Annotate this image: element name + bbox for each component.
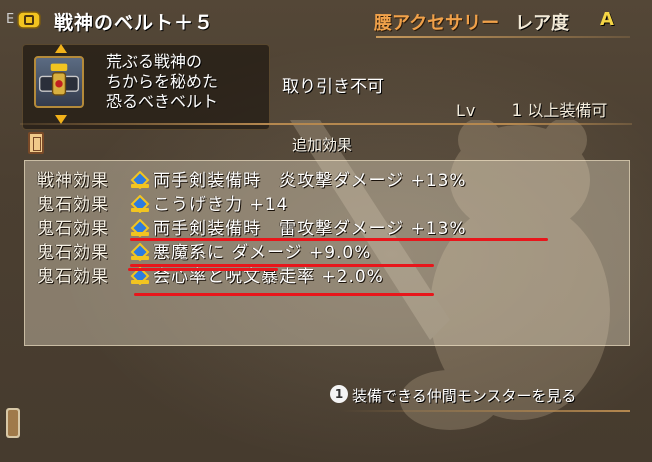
level-label: Lv — [456, 101, 477, 120]
section-divider — [20, 123, 632, 125]
trade-status: 取り引き不可 — [282, 77, 384, 97]
description-line: 荒ぶる戦神の — [106, 52, 203, 71]
description-line: ちからを秘めた — [106, 72, 219, 91]
belt-category-icon — [17, 11, 41, 29]
belt-item-icon — [34, 56, 84, 108]
effect-text: 悪魔系に ダメージ +9.0% — [153, 243, 372, 263]
level-suffix: 以上装備可 — [527, 101, 608, 120]
button-1-icon[interactable]: 1 — [330, 385, 348, 403]
item-detail-window: E 戦神のベルト＋５ 腰アクセサリー レア度 A 荒ぶる戦神の ちからを秘めた … — [0, 0, 652, 462]
effect-text: 両手剣装備時 炎攻撃ダメージ +13% — [153, 171, 467, 191]
level-value: 1 — [511, 101, 523, 121]
item-category: 腰アクセサリー — [374, 13, 500, 34]
rarity-value: A — [600, 9, 614, 30]
effect-type: 鬼石効果 — [37, 267, 109, 287]
footer-divider — [340, 410, 630, 412]
scroll-up-arrow-icon[interactable] — [55, 44, 67, 53]
effect-text: こうげき力 +14 — [153, 195, 289, 215]
effect-type: 鬼石効果 — [37, 219, 109, 239]
red-underline-mark — [128, 268, 278, 271]
effect-row: 鬼石効果 こうげき力 +14 — [37, 193, 288, 217]
gem-slot-icon — [130, 171, 150, 189]
rarity-label: レア度 — [515, 13, 569, 34]
view-companion-monsters-link[interactable]: 装備できる仲間モンスターを見る — [352, 385, 576, 406]
gem-slot-icon — [130, 195, 150, 213]
item-description: 荒ぶる戦神の ちからを秘めた 恐るべきベルト — [106, 52, 218, 112]
effect-text: 両手剣装備時 雷攻撃ダメージ +13% — [153, 219, 467, 239]
description-line: 恐るべきベルト — [106, 92, 219, 111]
gem-slot-icon — [130, 219, 150, 237]
level-requirement: Lv 1 以上装備可 — [456, 97, 607, 121]
equipped-mark: E — [6, 12, 14, 27]
effect-row: 戦神効果 両手剣装備時 炎攻撃ダメージ +13% — [37, 169, 467, 193]
effects-title: 追加効果 — [292, 136, 353, 154]
effect-row: 鬼石効果 悪魔系に ダメージ +9.0% — [37, 241, 371, 265]
red-underline-mark — [130, 264, 434, 267]
effect-type: 戦神効果 — [37, 171, 109, 191]
book-icon — [28, 132, 44, 154]
header-divider — [376, 36, 630, 38]
effect-type: 鬼石効果 — [37, 243, 109, 263]
red-underline-mark — [134, 293, 434, 296]
gem-slot-icon — [130, 243, 150, 261]
menu-tab-icon[interactable] — [6, 408, 20, 438]
item-name: 戦神のベルト＋５ — [54, 12, 215, 34]
effect-type: 鬼石効果 — [37, 195, 109, 215]
red-underline-mark — [130, 238, 548, 241]
